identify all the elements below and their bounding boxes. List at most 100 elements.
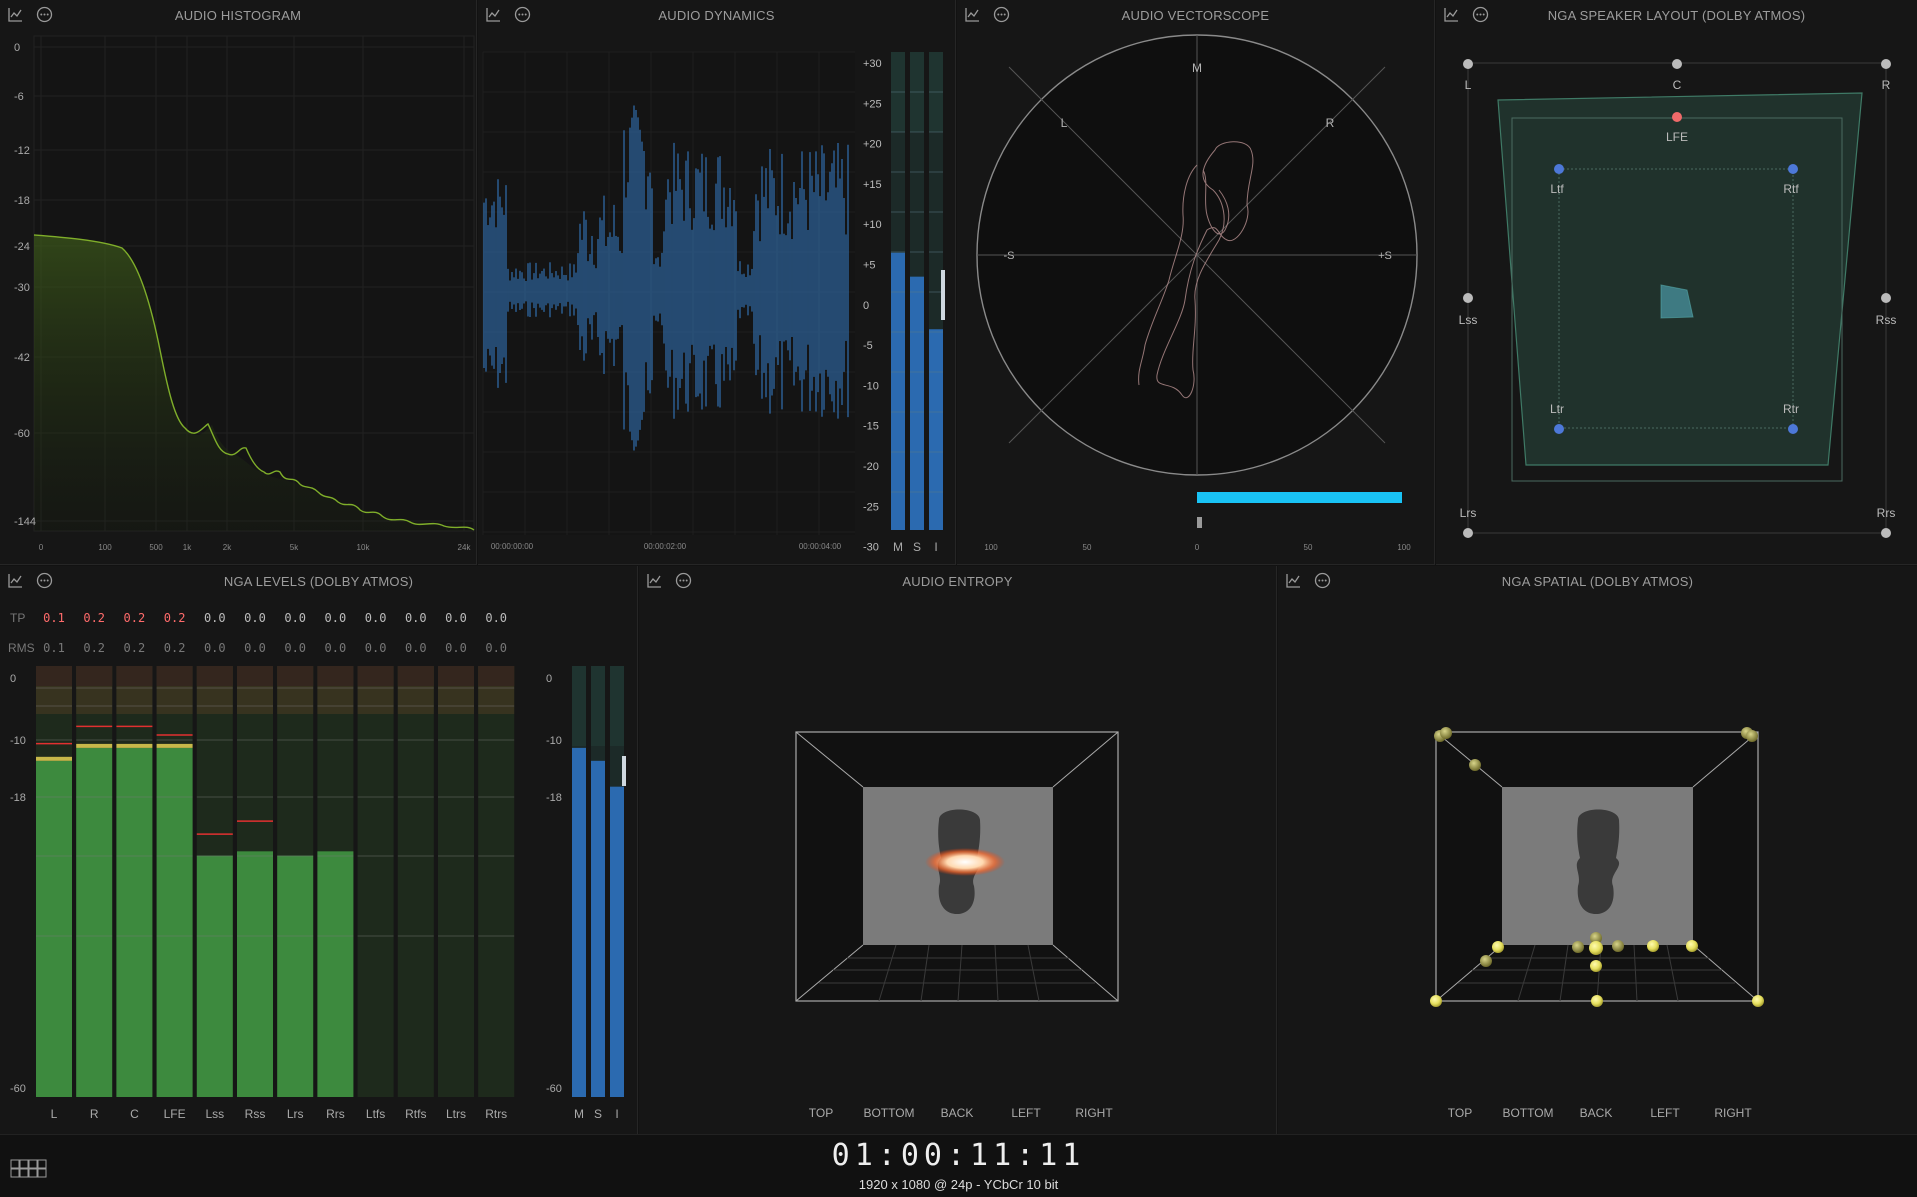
tp-value: 0.0 — [325, 611, 347, 625]
loudness-scale-label: -60 — [546, 1083, 562, 1095]
scope-type-icon[interactable] — [485, 6, 502, 23]
loudness-meters: 0 -10 -18 -60 M S I — [546, 666, 626, 1121]
meter-zone-clip — [116, 666, 153, 686]
view-button-bottom[interactable]: BOTTOM — [863, 1106, 914, 1120]
x-tick-label: 2k — [223, 543, 232, 552]
meter-hold — [116, 743, 153, 748]
channel-label: Lss — [205, 1107, 224, 1121]
view-button-left[interactable]: LEFT — [1011, 1106, 1041, 1120]
speaker-layout-chart: L C R LFE Ltf Rtf Lss Rss Ltr Rtr Lrs Rr… — [1459, 59, 1896, 538]
meter-fill — [891, 252, 905, 530]
tp-value: 0.0 — [405, 611, 427, 625]
dynamics-time-ticks: 00:00:00:00 00:00:02:00 00:00:04:00 — [491, 542, 842, 551]
meter-zone-clip — [237, 666, 273, 686]
axis-label-pos-s: +S — [1378, 250, 1392, 262]
more-options-icon[interactable] — [1472, 6, 1489, 23]
channel-label: R — [90, 1107, 99, 1121]
y-tick-label: -12 — [14, 145, 30, 157]
vectorscope-x-ticks: 100 50 0 50 100 — [984, 543, 1411, 552]
speaker-c[interactable]: C — [1672, 59, 1682, 92]
meter-fill — [591, 760, 605, 1097]
meter-hold — [76, 743, 113, 748]
x-tick-label: 100 — [984, 543, 998, 552]
spatial-room-view: TOP BOTTOM BACK LEFT RIGHT — [1430, 727, 1764, 1120]
histogram-y-ticks: 0 -6 -12 -18 -24 -30 -42 -60 -144 — [14, 42, 36, 528]
meter-zone — [610, 666, 624, 746]
view-button-top[interactable]: TOP — [1448, 1106, 1472, 1120]
scale-label: +10 — [863, 219, 882, 231]
spatial-view-buttons: TOP BOTTOM BACK LEFT RIGHT — [1448, 1106, 1753, 1120]
channel-r: 0.2 0.2 R — [76, 611, 113, 1121]
meter-zone-clip — [397, 666, 434, 686]
scope-type-icon[interactable] — [646, 572, 663, 589]
levels-chart: TP RMS 0-10-18-60 0.10.1L0.20.2R0.20.2C0… — [8, 611, 626, 1121]
y-tick-label: -30 — [14, 282, 30, 294]
view-button-bottom[interactable]: BOTTOM — [1502, 1106, 1553, 1120]
audio-vectorscope-panel: AUDIO VECTORSCOPE M L R -S +S 100 50 0 50 10… — [957, 0, 1435, 565]
axis-label-m: M — [1192, 61, 1202, 75]
tp-value: 0.0 — [485, 611, 507, 625]
view-button-right[interactable]: RIGHT — [1714, 1106, 1752, 1120]
meter-fill — [572, 747, 586, 1097]
meter-zone-clip — [438, 666, 474, 686]
more-options-icon[interactable] — [36, 572, 53, 589]
scale-label: -5 — [863, 340, 873, 352]
rms-value: 0.0 — [365, 641, 387, 655]
x-tick-label: 24k — [458, 543, 472, 552]
tp-value: 0.0 — [204, 611, 226, 625]
svg-text:Rrs: Rrs — [1877, 506, 1896, 520]
y-tick-label: -60 — [14, 428, 30, 440]
tp-value: 0.2 — [164, 611, 186, 625]
meter-hold — [156, 743, 193, 748]
timecode: 01:00:11:11 — [831, 1138, 1086, 1173]
rms-value: 0.0 — [445, 641, 467, 655]
more-options-icon[interactable] — [1314, 572, 1331, 589]
more-options-icon[interactable] — [993, 6, 1010, 23]
scale-label: +30 — [863, 58, 882, 70]
scope-type-icon[interactable] — [964, 6, 981, 23]
meter-label: I — [934, 540, 937, 554]
scale-label: -20 — [863, 461, 879, 473]
scope-type-icon[interactable] — [1443, 6, 1460, 23]
meter-fill — [76, 747, 113, 1097]
scope-type-icon[interactable] — [7, 6, 24, 23]
meter-track — [478, 666, 515, 1097]
more-options-icon[interactable] — [514, 6, 531, 23]
channel-lss: 0.0 0.0 Lss — [196, 611, 233, 1121]
tp-value: 0.2 — [124, 611, 146, 625]
rms-value: 0.0 — [204, 641, 226, 655]
meter-zone-clip — [36, 666, 72, 686]
svg-text:L: L — [1465, 78, 1472, 92]
meter-zone-clip — [76, 666, 113, 686]
channel-lrs: 0.0 0.0 Lrs — [277, 611, 314, 1121]
rms-value: 0.0 — [284, 641, 306, 655]
scale-label: 0 — [863, 300, 869, 312]
more-options-icon[interactable] — [675, 572, 692, 589]
view-button-top[interactable]: TOP — [809, 1106, 833, 1120]
y-tick-label: -42 — [14, 352, 30, 364]
audio-scopes-app: AUDIO HISTOGRAM 0 -6 -12 -18 -24 -30 -42 -60 -14… — [0, 0, 1917, 1197]
meter-label: S — [594, 1107, 602, 1121]
svg-text:Rtf: Rtf — [1783, 182, 1799, 196]
channel-label: Rrs — [326, 1107, 345, 1121]
rms-value: 0.0 — [485, 641, 507, 655]
scale-label: +15 — [863, 179, 882, 191]
levels-channels: 0.10.1L0.20.2R0.20.2C0.20.2LFE0.00.0Lss0… — [36, 611, 515, 1121]
svg-text:Rtr: Rtr — [1783, 402, 1799, 416]
view-button-left[interactable]: LEFT — [1650, 1106, 1680, 1120]
channel-rtrs: 0.0 0.0 Rtrs — [478, 611, 515, 1121]
scope-type-icon[interactable] — [7, 572, 24, 589]
more-options-icon[interactable] — [36, 6, 53, 23]
scope-type-icon[interactable] — [1285, 572, 1302, 589]
meter-fill — [196, 855, 233, 1097]
level-scale-label: -18 — [10, 792, 26, 804]
view-button-back[interactable]: BACK — [941, 1106, 974, 1120]
scale-label: -15 — [863, 421, 879, 433]
time-tick-label: 00:00:04:00 — [799, 542, 842, 551]
loudness-scale-label: -18 — [546, 792, 562, 804]
meter-label: S — [913, 540, 921, 554]
footer-bar: 01:00:11:11 1920 x 1080 @ 24p - YCbCr 10… — [0, 1134, 1917, 1197]
view-button-back[interactable]: BACK — [1580, 1106, 1613, 1120]
meter-fill — [929, 329, 943, 530]
view-button-right[interactable]: RIGHT — [1075, 1106, 1113, 1120]
